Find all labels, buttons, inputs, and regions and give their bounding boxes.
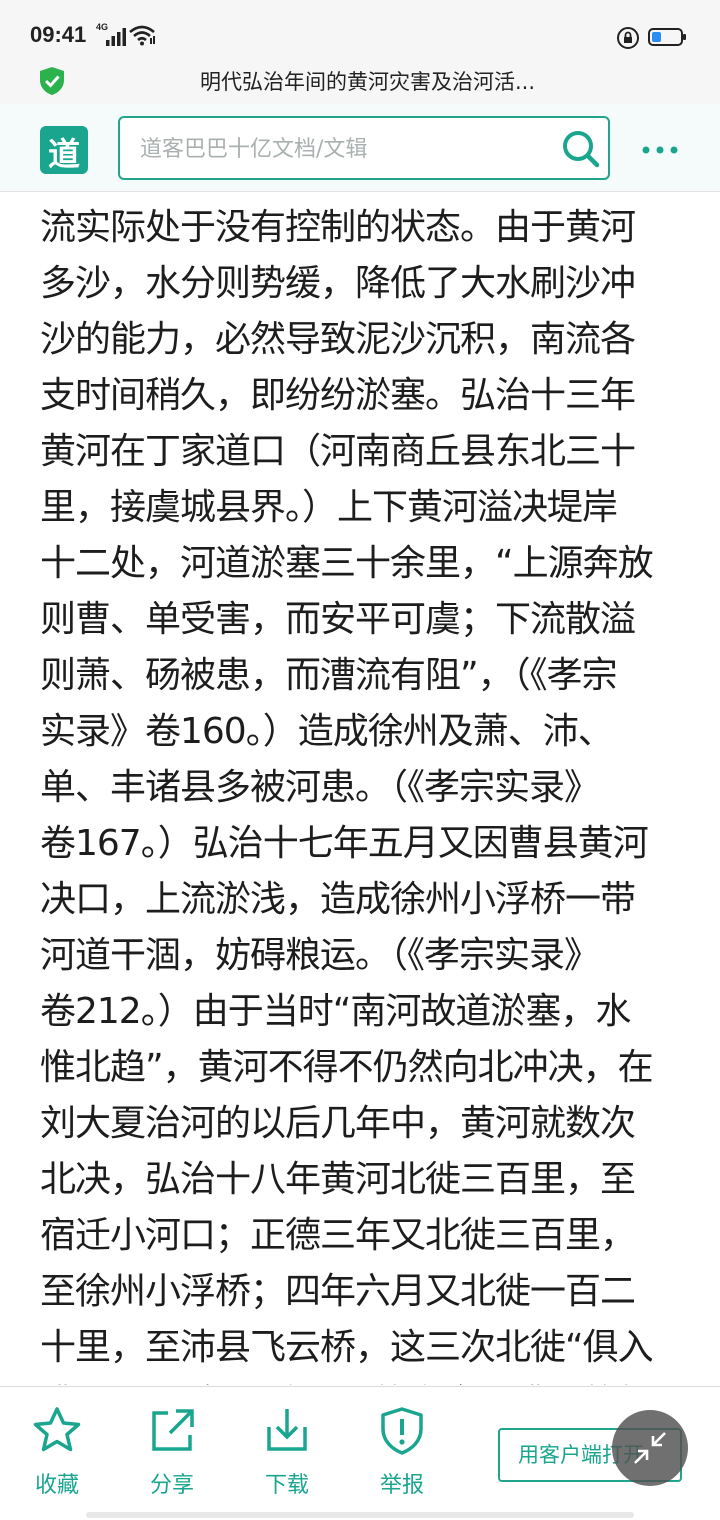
document-line: 则萧、砀被患，而漕流有阻”，（《孝宗: [40, 655, 618, 696]
document-line: 决口，上流淤浅，造成徐州小浮桥一带: [40, 879, 636, 920]
document-line: 惟北趋”，黄河不得不仍然向北冲决，在: [40, 1047, 654, 1088]
star-icon: [33, 1407, 81, 1452]
rotation-lock-icon: [617, 27, 639, 49]
document-line: 卷212。）由于当时“南河故道淤塞，水: [40, 991, 631, 1032]
document-line: 宿迁小河口；正德三年又北徙三百里，: [40, 1215, 636, 1256]
download-icon: [267, 1409, 307, 1451]
title-bar: 明代弘治年间的黄河灾害及治河活...: [0, 60, 720, 104]
document-line: 沙的能力，必然导致泥沙沉积，南流各: [40, 319, 636, 360]
document-line: 流实际处于没有控制的状态。由于黄河: [40, 207, 636, 248]
document-line: 实录》卷160。）造成徐州及萧、沛、: [40, 711, 614, 752]
report-shield-icon: [381, 1407, 423, 1455]
share-label: 分享: [149, 1473, 194, 1498]
report-label: 举报: [379, 1473, 424, 1498]
document-line: 北决，弘治十八年黄河北徙三百里，至: [40, 1159, 636, 1200]
report-button[interactable]: 举报: [362, 1405, 442, 1498]
collapse-arrows-icon: [634, 1432, 666, 1464]
download-label: 下载: [264, 1473, 309, 1498]
document-line: 支时间稍久，即纷纷淤塞。弘治十三年: [40, 375, 636, 416]
document-line: 至徐州小浮桥；四年六月又北徙一百二: [40, 1271, 636, 1312]
status-bar: 09:41 4G: [0, 0, 720, 60]
search-icon[interactable]: [560, 128, 602, 170]
document-content: 流实际处于没有控制的状态。由于黄河 多沙，水分则势缓，降低了大水刷沙冲 沙的能力，必…: [40, 200, 680, 1385]
document-line: 卷167。）弘治十七年五月又因曹县黄河: [40, 823, 649, 864]
search-input[interactable]: [140, 134, 540, 164]
page-title: 明代弘治年间的黄河灾害及治河活...: [200, 70, 536, 94]
document-line: 十二处，河道淤塞三十余里，“上源奔放: [40, 543, 654, 584]
download-button[interactable]: 下载: [247, 1405, 327, 1498]
search-header: 道: [0, 104, 720, 192]
share-button[interactable]: 分享: [132, 1405, 212, 1498]
document-line: 漕河”，仍然影响运河的安全和漕运的畅: [40, 1376, 680, 1385]
document-line: 里，接虞城县界。）上下黄河溢决堤岸: [40, 487, 618, 528]
document-line: 单、丰诸县多被河患。（《孝宗实录》: [40, 767, 600, 808]
floating-collapse-button[interactable]: [612, 1410, 688, 1486]
logo-text: 道: [47, 135, 80, 173]
wifi-icon: [129, 25, 155, 46]
document-line: 黄河在丁家道口（河南商丘县东北三十: [40, 431, 636, 472]
search-box[interactable]: [118, 116, 610, 180]
signal-icon: 4G: [96, 22, 126, 46]
battery-icon: [648, 28, 686, 46]
shield-check-icon: [40, 67, 64, 95]
document-line: 河道干涸，妨碍粮运。（《孝宗实录》: [40, 935, 600, 976]
share-icon: [152, 1409, 194, 1451]
document-line: 多沙，水分则势缓，降低了大水刷沙冲: [40, 263, 636, 304]
document-line: 则曹、单受害，而安平可虞；下流散溢: [40, 599, 636, 640]
more-icon[interactable]: [640, 144, 680, 156]
favorite-button[interactable]: 收藏: [17, 1405, 97, 1498]
app-logo[interactable]: 道: [40, 126, 88, 174]
document-line: 刘大夏治河的以后几年中，黄河就数次: [40, 1103, 636, 1144]
document-line: 十里，至沛县飞云桥，这三次北徙“俱入: [40, 1327, 654, 1368]
home-indicator[interactable]: [86, 1512, 634, 1518]
status-time: 09:41: [30, 22, 87, 47]
favorite-label: 收藏: [34, 1473, 79, 1498]
